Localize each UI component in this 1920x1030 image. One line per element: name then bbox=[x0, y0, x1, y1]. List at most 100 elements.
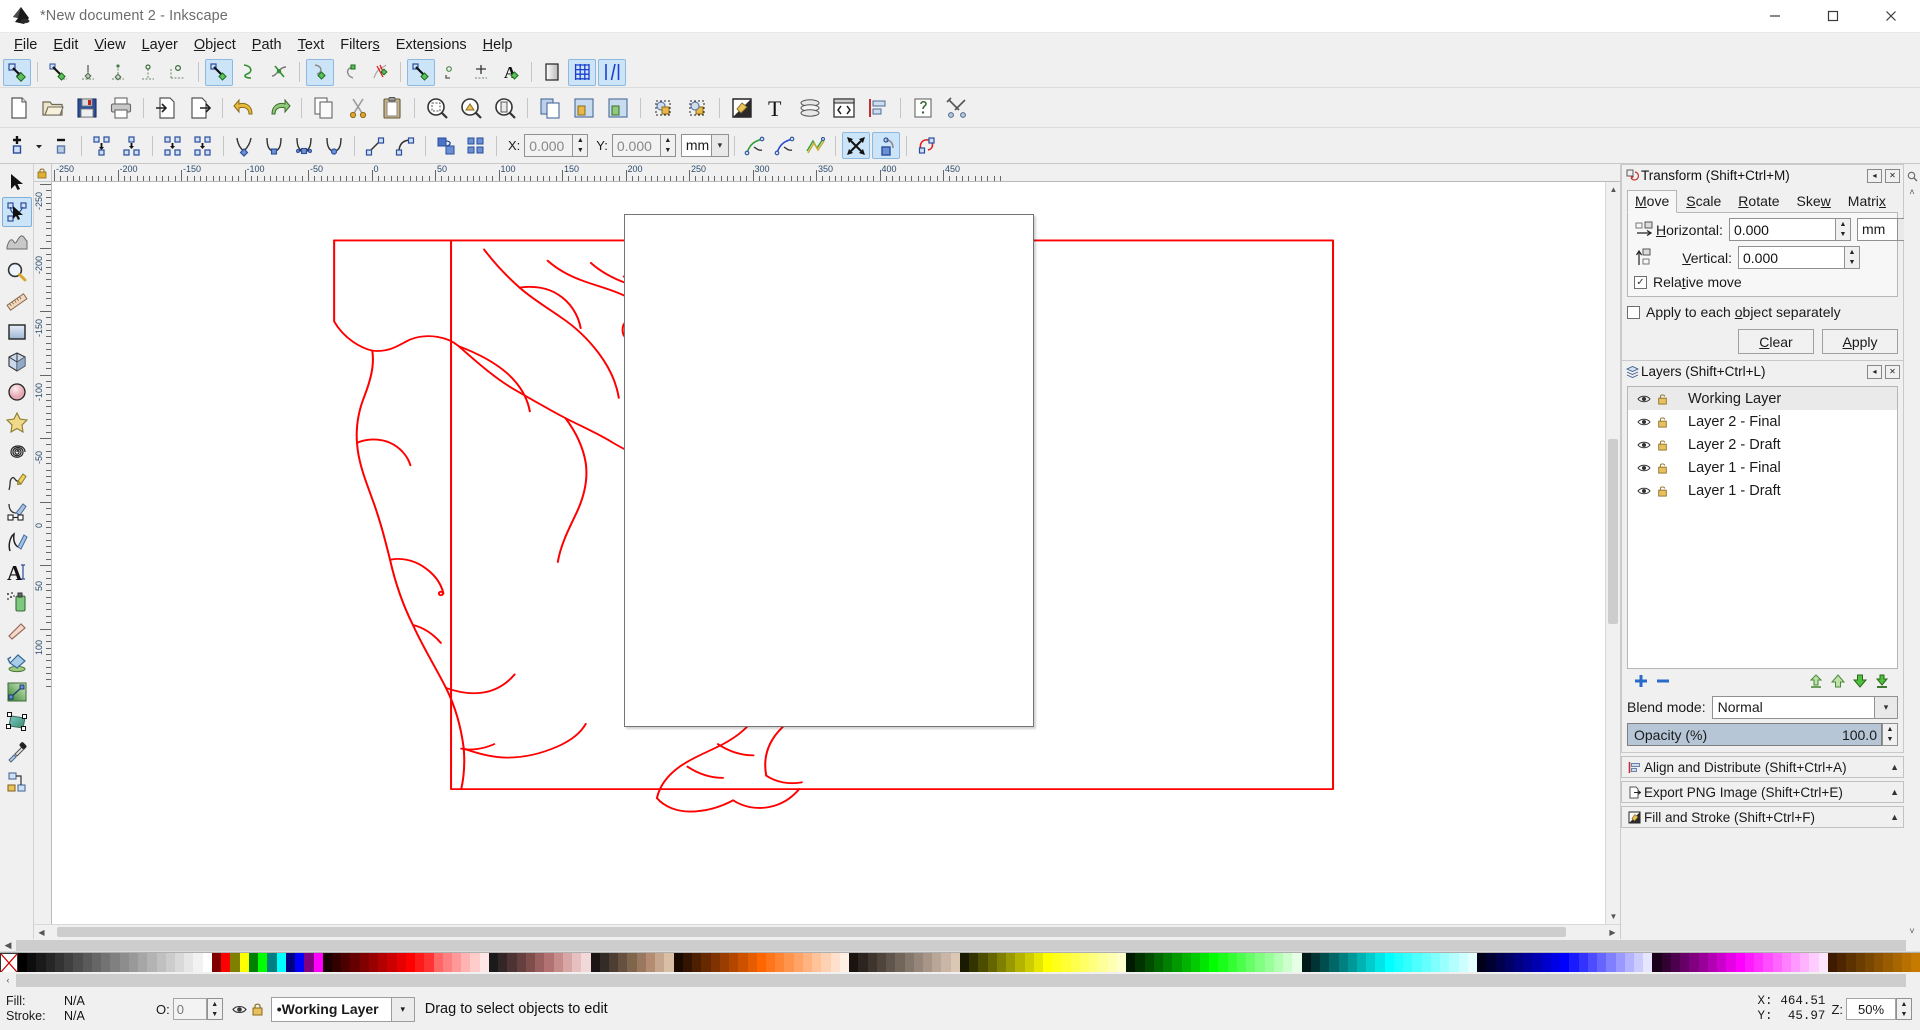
zoom-tool[interactable] bbox=[2, 257, 32, 287]
layer-lock-icon[interactable] bbox=[1653, 462, 1672, 474]
join-with-segment-button[interactable] bbox=[159, 132, 187, 159]
connector-tool[interactable] bbox=[2, 767, 32, 797]
tweak-tool[interactable] bbox=[2, 227, 32, 257]
palette-swatch[interactable] bbox=[1302, 953, 1311, 972]
palette-swatch[interactable] bbox=[701, 953, 710, 972]
palette-swatch[interactable] bbox=[221, 953, 230, 972]
palette-swatch[interactable] bbox=[120, 953, 129, 972]
palette-swatch[interactable] bbox=[286, 953, 295, 972]
palette-swatch[interactable] bbox=[230, 953, 239, 972]
add-layer-button[interactable] bbox=[1631, 671, 1651, 691]
palette-swatch[interactable] bbox=[341, 953, 350, 972]
palette-swatch[interactable] bbox=[1911, 953, 1920, 972]
palette-swatch[interactable] bbox=[1865, 953, 1874, 972]
horizontal-scrollbar[interactable]: ◀ ▶ bbox=[34, 924, 1620, 939]
palette-swatch[interactable] bbox=[1394, 953, 1403, 972]
layer-row[interactable]: Layer 2 - Final bbox=[1628, 410, 1897, 433]
palette-swatch[interactable] bbox=[1080, 953, 1089, 972]
palette-swatch[interactable] bbox=[424, 953, 433, 972]
make-symmetric-button[interactable] bbox=[290, 132, 318, 159]
palette-swatch[interactable] bbox=[387, 953, 396, 972]
node-y-input[interactable] bbox=[612, 134, 660, 157]
menu-view[interactable]: View bbox=[86, 35, 133, 55]
palette-swatch[interactable] bbox=[1412, 953, 1421, 972]
tab-skew[interactable]: Skew bbox=[1789, 190, 1839, 212]
redo-button[interactable] bbox=[263, 91, 295, 125]
make-line-button[interactable] bbox=[361, 132, 389, 159]
palette-swatch[interactable] bbox=[1902, 953, 1911, 972]
palette-swatch[interactable] bbox=[1717, 953, 1726, 972]
hscroll-thumb[interactable] bbox=[57, 927, 1566, 937]
palette-swatch[interactable] bbox=[1736, 953, 1745, 972]
palette-swatch[interactable] bbox=[1606, 953, 1615, 972]
dock-scroll-down-icon[interactable]: ˅ bbox=[1905, 923, 1919, 939]
palette-swatch[interactable] bbox=[1283, 953, 1292, 972]
show-mask-paths-button[interactable] bbox=[872, 132, 900, 159]
zoom-selection-button[interactable] bbox=[421, 91, 453, 125]
menu-file[interactable]: File bbox=[6, 35, 45, 55]
palette-swatch[interactable] bbox=[1274, 953, 1283, 972]
palette-swatch[interactable] bbox=[249, 953, 258, 972]
bezier-pen-tool[interactable] bbox=[2, 497, 32, 527]
horizontal-ruler[interactable]: -250-200-150-100-50050100150200250300350… bbox=[52, 164, 1605, 182]
palette-swatch[interactable] bbox=[1662, 953, 1671, 972]
palette-swatch[interactable] bbox=[1385, 953, 1394, 972]
palette-swatch[interactable] bbox=[748, 953, 757, 972]
chevron-up-icon[interactable]: ▲ bbox=[1890, 812, 1899, 822]
menu-path[interactable]: Path bbox=[244, 35, 290, 55]
palette-swatch[interactable] bbox=[406, 953, 415, 972]
apply-each-object-row[interactable]: Apply to each object separately bbox=[1627, 304, 1898, 320]
palette-swatch[interactable] bbox=[1597, 953, 1606, 972]
palette-swatch[interactable] bbox=[1726, 953, 1735, 972]
palette-swatch[interactable] bbox=[507, 953, 516, 972]
menu-text[interactable]: Text bbox=[290, 35, 333, 55]
snap-page-border-button[interactable] bbox=[538, 59, 566, 86]
snap-smooth-nodes-button[interactable] bbox=[336, 59, 364, 86]
palette-swatch[interactable] bbox=[443, 953, 452, 972]
vertical-ruler[interactable]: -250-200-150-100-50050100 bbox=[34, 182, 52, 924]
raise-layer-button[interactable] bbox=[1828, 671, 1848, 691]
snap-grids-button[interactable] bbox=[568, 59, 596, 86]
palette-swatch[interactable] bbox=[147, 953, 156, 972]
palette-swatch[interactable] bbox=[1025, 953, 1034, 972]
node-x-spinner[interactable]: ▲▼ bbox=[524, 134, 588, 157]
palette-swatch[interactable] bbox=[1071, 953, 1080, 972]
show-bezier-handles-button[interactable] bbox=[771, 132, 799, 159]
palette-swatch[interactable] bbox=[350, 953, 359, 972]
palette-swatch[interactable] bbox=[1292, 953, 1301, 972]
palette-swatch[interactable] bbox=[563, 953, 572, 972]
layers-dialog-button[interactable] bbox=[794, 91, 826, 125]
palette-swatch[interactable] bbox=[535, 953, 544, 972]
palette-swatch[interactable] bbox=[1699, 953, 1708, 972]
palette-swatch[interactable] bbox=[831, 953, 840, 972]
palette-swatch[interactable] bbox=[193, 953, 202, 972]
palette-swatch[interactable] bbox=[1588, 953, 1597, 972]
palette-swatch[interactable] bbox=[600, 953, 609, 972]
export-png-image-panel-collapsed[interactable]: Export PNG Image (Shift+Ctrl+E) ▲ bbox=[1621, 781, 1904, 803]
zoom-spin-buttons[interactable]: ▲▼ bbox=[1896, 998, 1912, 1020]
spiral-tool[interactable] bbox=[2, 437, 32, 467]
eraser-tool[interactable] bbox=[2, 617, 32, 647]
palette-swatch[interactable] bbox=[1015, 953, 1024, 972]
palette-swatch[interactable] bbox=[1828, 953, 1837, 972]
palette-swatch[interactable] bbox=[1542, 953, 1551, 972]
palette-swatch[interactable] bbox=[1782, 953, 1791, 972]
delete-node-button[interactable] bbox=[47, 132, 75, 159]
palette-swatch[interactable] bbox=[923, 953, 932, 972]
palette-swatch[interactable] bbox=[1800, 953, 1809, 972]
import-button[interactable] bbox=[150, 91, 182, 125]
palette-swatch[interactable] bbox=[415, 953, 424, 972]
palette-swatch[interactable] bbox=[840, 953, 849, 972]
palette-scroll-left-icon[interactable]: ◀ bbox=[0, 940, 16, 951]
palette-swatch[interactable] bbox=[1348, 953, 1357, 972]
palette-swatch[interactable] bbox=[960, 953, 969, 972]
palette-swatch[interactable] bbox=[1339, 953, 1348, 972]
insert-node-button[interactable] bbox=[3, 132, 31, 159]
star-tool[interactable] bbox=[2, 407, 32, 437]
layer-visibility-eye-icon[interactable] bbox=[1634, 393, 1653, 405]
apply-button[interactable]: Apply bbox=[1822, 329, 1898, 354]
tab-move[interactable]: Move bbox=[1627, 190, 1677, 213]
palette-swatch[interactable] bbox=[1745, 953, 1754, 972]
palette-swatch[interactable] bbox=[1763, 953, 1772, 972]
palette-swatch[interactable] bbox=[766, 953, 775, 972]
